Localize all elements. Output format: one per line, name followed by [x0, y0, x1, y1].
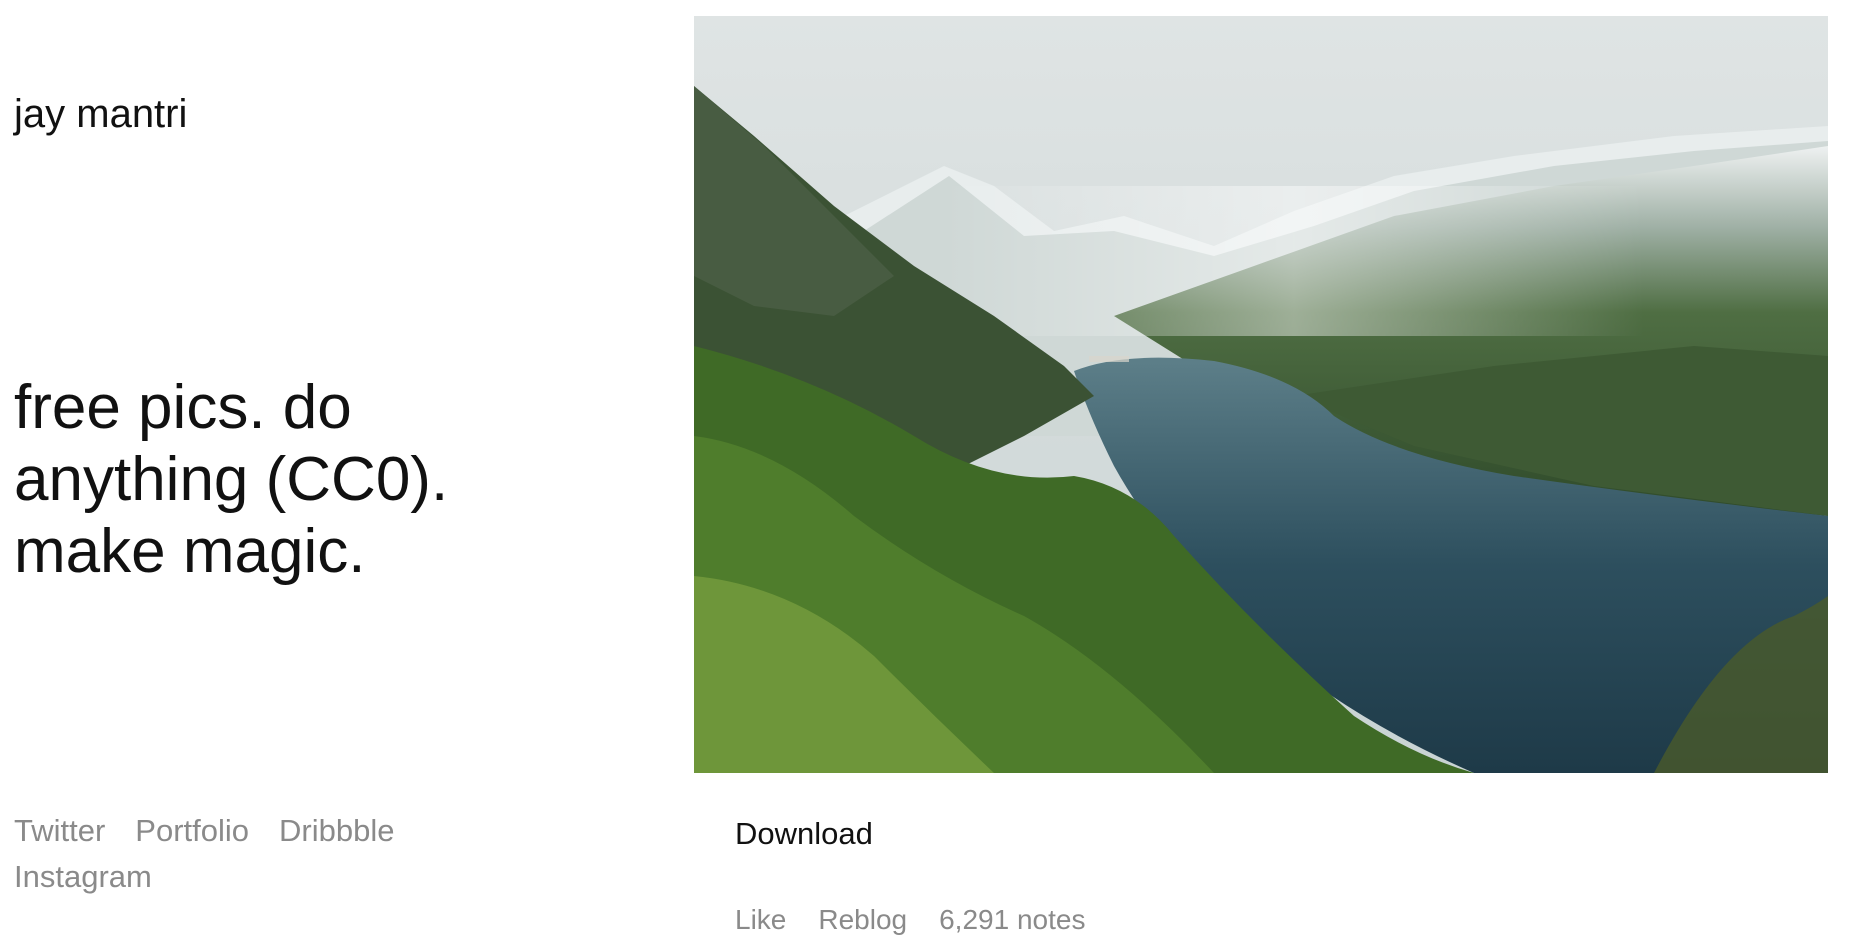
download-link[interactable]: Download	[735, 814, 873, 854]
reblog-button[interactable]: Reblog	[818, 902, 907, 938]
post-photo[interactable]	[694, 16, 1828, 773]
notes-count[interactable]: 6,291 notes	[939, 902, 1085, 938]
twitter-link[interactable]: Twitter	[14, 808, 105, 854]
blog-tagline: free pics. do anything (CC0). make magic…	[14, 373, 449, 586]
fjord-landscape-image	[694, 16, 1828, 773]
page: jay mantri free pics. do anything (CC0).…	[0, 0, 1851, 943]
instagram-link[interactable]: Instagram	[14, 854, 152, 900]
blog-title[interactable]: jay mantri	[14, 90, 187, 138]
post-actions: Like Reblog 6,291 notes	[735, 902, 1085, 938]
social-links: Twitter Portfolio Dribbble Instagram	[14, 808, 454, 900]
portfolio-link[interactable]: Portfolio	[135, 808, 249, 854]
like-button[interactable]: Like	[735, 902, 786, 938]
dribbble-link[interactable]: Dribbble	[279, 808, 394, 854]
